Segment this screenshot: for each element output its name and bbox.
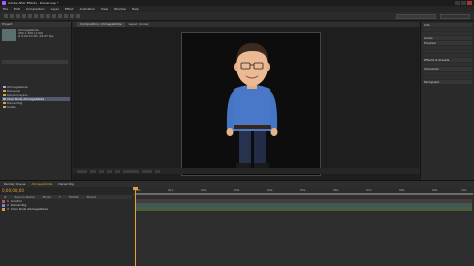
tab-timeline-comp[interactable]: Ahmegabbide (32, 181, 53, 187)
menu-composition[interactable]: Composition (26, 7, 45, 11)
effects-presets-panel-header[interactable]: Effects & Presets (423, 58, 472, 62)
character-panel-header[interactable]: Character (423, 67, 472, 71)
mask-tool-icon[interactable] (40, 14, 44, 18)
ruler-tick: 09s (432, 188, 438, 192)
mask-visibility-button[interactable] (115, 169, 120, 173)
active-camera-dropdown[interactable] (123, 169, 139, 173)
tab-daniel-rig[interactable]: Daniel Rig (58, 181, 73, 187)
layer-outline: # Source Name Mode T TrkMat Parent 1 Con… (0, 195, 132, 266)
ruler-tick: 06s (333, 188, 339, 192)
folder-icon (3, 106, 6, 108)
character-artwork (226, 43, 278, 169)
comp-thumbnail (2, 29, 16, 41)
workspace-dropdown[interactable] (396, 14, 436, 19)
app-logo-icon (2, 1, 6, 5)
project-item-list: Ahmegabbide Daniel.ai Daniel Layers Char… (2, 85, 70, 109)
tab-composition[interactable]: Composition: Ahmegabbide (77, 22, 125, 27)
layer-duration-bar[interactable] (135, 207, 472, 211)
ruler-tick: 08s (399, 188, 405, 192)
view-layout-dropdown[interactable] (142, 169, 152, 173)
comp-info-duration: Δ 0;00;10;00, 29.97 fps (18, 34, 54, 38)
menu-edit[interactable]: Edit (14, 7, 20, 11)
composition-icon (3, 98, 6, 100)
ruler-tick: 02s (201, 188, 207, 192)
fast-previews-button[interactable] (155, 169, 160, 173)
tab-project[interactable]: Project (0, 22, 71, 27)
audio-panel-header[interactable]: Audio (423, 36, 472, 40)
pan-behind-tool-icon[interactable] (34, 14, 38, 18)
ruler-tick: 10s (461, 188, 467, 192)
selection-tool-icon[interactable] (4, 14, 8, 18)
region-of-interest-button[interactable] (99, 169, 104, 173)
ruler-tick: 04s (267, 188, 273, 192)
ruler-tick: 05s (300, 188, 306, 192)
transparency-grid-button[interactable] (107, 169, 112, 173)
text-tool-icon[interactable] (52, 14, 56, 18)
menu-layer[interactable]: Layer (51, 7, 59, 11)
after-effects-window: Adobe After Effects - Daniel.aep * File … (0, 0, 474, 266)
composition-canvas[interactable] (181, 32, 321, 176)
info-panel-header[interactable]: Info (423, 23, 472, 27)
project-panel: Project Ahmegabbide 400 x 400 (1.00) Δ 0… (0, 22, 72, 180)
list-item[interactable]: Solids (2, 105, 70, 109)
puppet-tool-icon[interactable] (76, 14, 80, 18)
composition-viewer-controls (73, 168, 419, 174)
camera-tool-icon[interactable] (28, 14, 32, 18)
menu-window[interactable]: Window (114, 7, 126, 11)
magnification-dropdown[interactable] (77, 169, 87, 173)
label-color-swatch[interactable] (2, 203, 5, 207)
right-panels: Info Audio Preview Effects & Presets Cha… (420, 22, 474, 180)
help-search-input[interactable] (440, 14, 470, 19)
menu-animation[interactable]: Animation (80, 7, 95, 11)
paragraph-panel-header[interactable]: Paragraph (423, 80, 472, 84)
table-row[interactable]: 3 Char Rods Ahmegabbide (0, 207, 132, 211)
ruler-tick: 07s (366, 188, 372, 192)
composition-panel: Composition: Ahmegabbide Layer: (none) (73, 22, 419, 180)
brush-tool-icon[interactable] (58, 14, 62, 18)
footage-icon (3, 90, 6, 92)
rotate-tool-icon[interactable] (22, 14, 26, 18)
menu-effect[interactable]: Effect (65, 7, 74, 11)
eraser-tool-icon[interactable] (70, 14, 74, 18)
project-search-input[interactable] (2, 60, 68, 64)
pen-tool-icon[interactable] (46, 14, 50, 18)
folder-icon (3, 94, 6, 96)
composition-icon (3, 86, 6, 88)
folder-icon (3, 102, 6, 104)
tab-layer[interactable]: Layer: (none) (129, 22, 149, 27)
label-color-swatch[interactable] (2, 199, 5, 203)
timeline-panel: Render Queue Ahmegabbide Daniel Rig 0;00… (0, 180, 474, 266)
menu-view[interactable]: View (101, 7, 108, 11)
comp-info: Ahmegabbide 400 x 400 (1.00) Δ 0;00;10;0… (18, 29, 53, 38)
tab-render-queue[interactable]: Render Queue (4, 181, 26, 187)
close-button[interactable] (467, 1, 472, 5)
playhead-line (135, 187, 136, 266)
current-time-display[interactable]: 0;00;00;00 (2, 188, 24, 193)
resolution-dropdown[interactable] (90, 169, 96, 173)
menu-help[interactable]: Help (132, 7, 139, 11)
menu-file[interactable]: File (3, 7, 8, 11)
preview-panel-header[interactable]: Preview (423, 41, 472, 45)
minimize-button[interactable] (455, 1, 460, 5)
zoom-tool-icon[interactable] (16, 14, 20, 18)
window-title: Adobe After Effects - Daniel.aep * (8, 1, 59, 5)
maximize-button[interactable] (461, 1, 466, 5)
label-color-swatch[interactable] (2, 207, 5, 211)
tools-toolbar (0, 12, 474, 21)
ruler-tick: 01s (168, 188, 174, 192)
ruler-tick: 03s (234, 188, 240, 192)
layer-bars-area (133, 195, 474, 266)
clone-tool-icon[interactable] (64, 14, 68, 18)
hand-tool-icon[interactable] (10, 14, 14, 18)
